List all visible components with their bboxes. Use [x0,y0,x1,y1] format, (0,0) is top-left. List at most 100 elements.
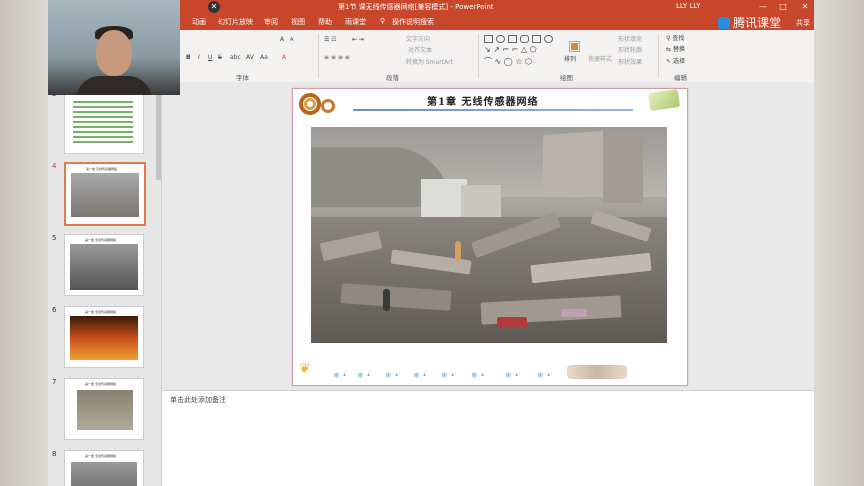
quick-styles-button[interactable]: 快速样式 [588,54,612,63]
slide-title[interactable]: 第1章 无线传感器网络 [427,93,538,108]
notes-pane[interactable]: 单击此处添加备注 [162,390,814,486]
snowflake-icon: ❄ • [357,371,371,380]
decorative-spiral-icon [321,99,335,113]
slide-thumbnail-selected[interactable]: 第一章 无线传感器网络 [64,162,146,226]
landslide-photo-thumbnail [77,390,133,430]
thumbnail-title: 第一章 无线传感器网络 [85,238,116,242]
slide-thumbnail[interactable] [64,90,144,154]
arrange-icon[interactable]: ▣ [568,38,581,54]
brand-name: 腾讯课堂 [733,16,782,30]
notes-placeholder[interactable]: 单击此处添加备注 [170,395,226,405]
rubble-photo-thumbnail [71,173,139,217]
thumbnail-title: 第一章 无线传感器网络 [85,382,116,386]
slide-thumbnail[interactable]: 第一章 无线传感器网络 [64,378,144,440]
shadow-button[interactable]: abc [230,54,241,61]
close-webcam-icon[interactable]: ✕ [208,1,220,13]
change-case-button[interactable]: Aa [260,54,268,61]
select-button[interactable]: ↖ 选择 [666,56,685,65]
shape-outline-button[interactable]: 形状轮廓 [618,45,642,54]
circle-shape-icon[interactable] [544,35,553,43]
slide-thumbnail[interactable]: 第一章 无线传感器网络 [64,450,144,486]
slide-thumbnail[interactable]: 第一章 无线传感器网络 [64,234,144,296]
share-button[interactable]: 共享 [796,18,810,28]
tell-me-search[interactable]: 操作说明搜索 [392,17,434,27]
indent-icon[interactable]: ⇤ ⇥ [352,36,364,43]
textbox-shape-icon[interactable] [508,35,517,43]
user-name[interactable]: LLY LLY [676,2,701,10]
star-shapes-icon[interactable]: ⌒ ∿ ◯ ☆ ⬡ [484,56,532,67]
text-lines [73,101,133,103]
slide-editing-area[interactable]: 第1章 无线传感器网络 ❦ ❄ • ❄ • ❄ • ❄ • ❄ • ❄ • ❄ … [162,82,814,390]
left-backdrop [0,0,48,486]
bold-button[interactable]: B [186,54,191,61]
thumbnail-scrollbar[interactable] [156,84,161,180]
oval-shape-icon[interactable] [496,35,505,43]
drawing-group-label: 绘图 [560,74,573,82]
snowflake-icon: ❄ • [441,371,455,380]
collapsed-building [543,130,603,198]
thumbnail-number: 6 [52,306,57,314]
italic-button[interactable]: I [198,54,200,61]
tab-animations[interactable]: 动画 [192,17,206,27]
rectangle-shape-icon[interactable] [484,35,493,43]
tab-slideshow[interactable]: 幻灯片放映 [218,17,253,27]
tencent-classroom-logo: 腾讯课堂 [718,14,781,31]
tab-review[interactable]: 审阅 [264,17,278,27]
earthquake-rubble-photo[interactable] [311,127,667,343]
presenter-shirt [76,76,152,95]
text-direction-button[interactable]: 文字方向 [406,34,430,43]
snowflake-icon: ❄ • [471,371,485,380]
thumbnail-title: 第一章 无线传感器网络 [86,167,117,171]
person-figure [455,241,461,261]
photo-thumbnail [71,462,137,486]
powerpoint-window: 第1节 课无线传感器网络[兼容模式] - PowerPoint LLY LLY … [48,0,814,486]
search-icon: ⚲ [666,35,671,42]
strikethrough-button[interactable]: S [218,54,222,61]
decorative-note-icon [647,88,681,112]
replace-button[interactable]: ⇆ 替换 [666,44,685,53]
thumbnail-number: 7 [52,378,57,386]
underline-button[interactable]: U [208,54,212,61]
shape-effects-button[interactable]: 形状效果 [618,57,642,66]
thumbnail-number: 8 [52,450,57,458]
arrange-button[interactable]: 排列 [564,54,576,63]
snowflake-icon: ❄ • [333,371,347,380]
rectangle-shape-icon[interactable] [532,35,541,43]
align-text-button[interactable]: 对齐文本 [408,45,432,54]
thumbnail-number: 4 [52,162,57,170]
arrow-shapes-icon[interactable]: ↘ ↗ ⌐ ⌐ △ ⬠ [484,45,537,54]
replace-label: 替换 [672,46,685,53]
butterfly-icon: ❦ [299,361,311,377]
tab-help[interactable]: 帮助 [318,17,332,27]
align-icon[interactable]: ≡ ≡ ≡ ≡ [324,54,350,61]
font-group-label: 字体 [236,74,249,82]
char-spacing-button[interactable]: AV [246,54,254,61]
slide-thumbnail-pane[interactable]: 3 4 第一章 无线传感器网络 5 第一章 无线传感器网络 6 第一章 无线传感… [48,82,162,486]
find-button[interactable]: ⚲ 查找 [666,33,684,42]
convert-smartart-button[interactable]: 转换为 SmartArt [406,57,453,66]
slide-thumbnail[interactable]: 第一章 无线传感器网络 [64,306,144,368]
thumbnail-title: 第一章 无线传感器网络 [85,310,116,314]
tab-view[interactable]: 视图 [291,17,305,27]
snowflake-icon: ❄ • [385,371,399,380]
cursor-icon: ↖ [666,58,672,65]
tab-rain-classroom[interactable]: 雨课堂 [345,17,366,27]
building-mid [461,185,501,217]
right-backdrop [814,0,864,486]
close-window-button[interactable]: ✕ [798,1,812,12]
rubble-photo-thumbnail [70,244,138,290]
thumbnail-title: 第一章 无线传感器网络 [85,454,116,458]
select-label: 选择 [672,58,685,65]
collapsed-building [603,133,643,203]
font-color-button[interactable]: A [282,54,286,61]
font-shrink-button[interactable]: A [290,37,293,43]
editing-group-label: 编辑 [674,74,687,82]
rounded-rect-shape-icon[interactable] [520,35,529,43]
current-slide[interactable]: 第1章 无线传感器网络 ❦ ❄ • ❄ • ❄ • ❄ • ❄ • ❄ • ❄ … [292,88,688,386]
bullets-icon[interactable]: ☰ ☷ [324,36,337,43]
shape-fill-button[interactable]: 形状填充 [618,34,642,43]
maximize-button[interactable]: □ [776,1,790,12]
find-label: 查找 [672,35,685,42]
font-grow-button[interactable]: A [280,36,284,43]
minimize-button[interactable]: — [756,1,770,12]
